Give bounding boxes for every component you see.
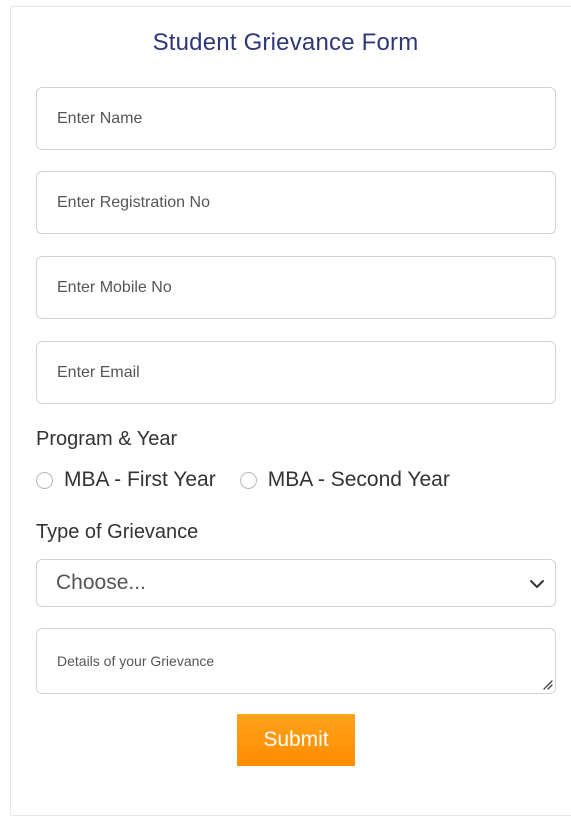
radio-button-icon[interactable] [239,471,257,489]
radio-button-icon[interactable] [36,471,53,489]
radio-label: MBA - Second Year [267,468,450,491]
chevron-down-icon [530,580,544,588]
radio-label: MBA - First Year [64,468,216,491]
program-radio-group: MBA - First Year MBA - Second Year [36,466,474,494]
program-year-label: Program & Year [36,428,178,450]
submit-button[interactable]: Submit [237,714,355,766]
grievance-type-select[interactable]: Choose... [36,559,556,607]
select-value: Choose... [56,571,146,594]
email-input[interactable] [36,341,556,404]
registration-input[interactable] [36,171,556,234]
grievance-type-label: Type of Grievance [36,521,199,543]
resize-handle-icon[interactable] [541,678,553,690]
mobile-input[interactable] [36,256,556,319]
radio-mba-first-year[interactable]: MBA - First Year [36,468,216,492]
name-input[interactable] [36,87,556,150]
form-title: Student Grievance Form [152,29,419,56]
grievance-details-textarea[interactable] [36,628,556,694]
radio-mba-second-year[interactable]: MBA - Second Year [239,468,450,492]
